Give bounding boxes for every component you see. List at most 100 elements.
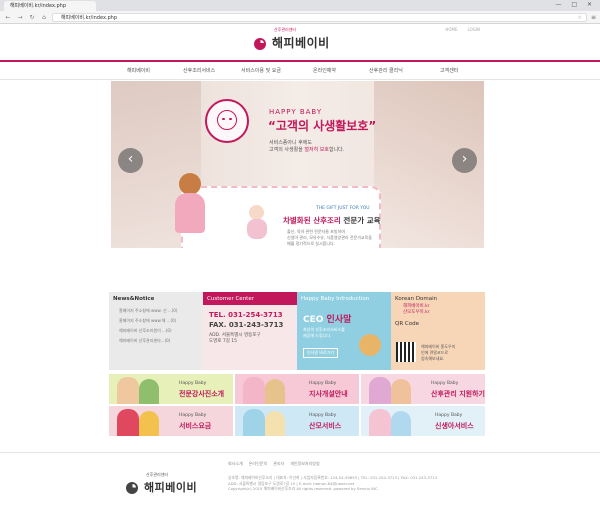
home-icon[interactable]: ⌂ [40, 14, 48, 21]
ceo-greeting-heading: CEO 인사말 [303, 312, 391, 325]
browser-tab[interactable]: 해피베이비.kr/index.php [4, 1, 96, 11]
news-notice-box: News&Notice 홈페이지 주소창에 www. 신 ...(0) 홈페이지… [109, 292, 203, 370]
banner-label: 산모서비스 [309, 422, 342, 430]
nav-item-online-booking[interactable]: 온라인예약 [313, 62, 336, 80]
main-navigation: 해피베이비 산후조리서비스 서비스이용 및 요금 온라인예약 산후관리 클리닉 … [0, 60, 600, 80]
footer-link[interactable]: 온라인문의 [249, 461, 267, 467]
customer-address-line2: 도영로 7길 15 [209, 339, 238, 344]
address-bar[interactable]: 해피베이비.kr/index.php ☆ [52, 12, 587, 22]
footer-link[interactable]: 회사소개 [228, 461, 243, 467]
gift-title-rest: 전문가 교육 [340, 216, 381, 225]
util-links: HOME LOGIN [445, 27, 480, 32]
baby-face-icon [205, 99, 249, 143]
hero-desc-em: 철저히 보호 [304, 147, 329, 153]
bookmark-star-icon[interactable]: ☆ [577, 14, 581, 22]
customer-address: ADD. 서울특별시 영등포구 도영로 7길 15 [209, 333, 297, 345]
util-link-login[interactable]: LOGIN [467, 27, 480, 32]
reload-icon[interactable]: ↻ [28, 14, 36, 21]
customer-title: Customer Center [203, 292, 297, 305]
news-title: News&Notice [113, 296, 155, 302]
footer-link[interactable]: 관리자 [273, 461, 284, 467]
banner-illustration [369, 377, 391, 404]
hero-description: 서비스종아니 후에도 고객의 사생활을 철저히 보호합니다. [269, 140, 344, 154]
footer-company-info: 상호명: 해피베이비산후조리 | 대표자: 이선희 | 사업자등록번호: 124… [228, 475, 437, 492]
banner-illustration [391, 379, 411, 404]
nav-item-clinic[interactable]: 산후관리 클리닉 [369, 62, 403, 80]
forward-icon[interactable]: → [16, 14, 24, 21]
banner-illustration [243, 409, 265, 436]
banner-branch[interactable]: Happy Baby 지사개설안내 [235, 374, 359, 404]
customer-center-box: Customer Center TEL. 031-254-3713 FAX. 0… [203, 292, 297, 370]
footer-link[interactable]: 개인정보처리방침 [290, 461, 319, 467]
footer-links: 회사소개 온라인문의 관리자 개인정보처리방침 [228, 461, 320, 467]
gift-title-em: 차별화된 산후조리 [283, 216, 341, 225]
slider-prev-button[interactable]: ‹ [118, 148, 143, 173]
banner-newborn-service[interactable]: Happy Baby 신생아서비스 [361, 406, 485, 436]
back-icon[interactable]: ← [4, 14, 12, 21]
url-text: 해피베이비.kr/index.php [61, 14, 118, 21]
news-item[interactable]: 해피베이비 산후관리센타...(0) [109, 336, 203, 346]
news-item[interactable]: 홈페이지 주소창에 www. 신 ...(0) [109, 306, 203, 316]
hero-desc-line2: 고객의 사생활을 철저히 보호합니다. [269, 147, 344, 154]
logo-subtitle: 산후관리센터 [274, 27, 297, 32]
customer-fax: FAX. 031-243-3713 [209, 321, 284, 329]
banner-illustration [265, 411, 285, 436]
banner-small-text: Happy Baby [431, 381, 459, 386]
nav-item-customer-center[interactable]: 고객센터 [440, 62, 458, 80]
domain-2[interactable]: 산모도우미.kr [403, 310, 485, 316]
logo-mark-icon [254, 36, 270, 50]
banner-mother-service[interactable]: Happy Baby 산모서비스 [235, 406, 359, 436]
banner-illustration [139, 411, 159, 436]
gift-title: 차별화된 산후조리 전문가 교육 [283, 215, 381, 226]
gift-tag: THE GIFT JUST FOR YOU [316, 206, 370, 211]
browser-menu-icon[interactable]: ≡ [591, 14, 596, 21]
hero-desc-post: 합니다. [328, 147, 345, 153]
news-item[interactable]: 해피베이비 산후조리원이 ...(0) [109, 326, 203, 336]
domain-title: Korean Domain [395, 296, 438, 302]
nav-item-happybaby[interactable]: 해피베이비 [127, 62, 150, 80]
qr-description: 해피베이비 홈도우미 인에 큐알코드로 접속해보세요. [421, 344, 455, 362]
domain-qr-box: Korean Domain 해피베이비.kr 산모도우미.kr QR Code … [391, 292, 485, 370]
banner-illustration [117, 377, 139, 404]
customer-tel: TEL. 031-254-3713 [209, 311, 283, 319]
banner-small-text: Happy Baby [435, 413, 463, 418]
banner-illustration [391, 411, 411, 436]
footer-logo: 해피베이비 산후관리센터 [126, 472, 198, 495]
footer-info-line3: Copyright(c) 2015 해피베이비산후조리 All rights r… [228, 486, 378, 491]
news-item[interactable]: 홈페이지 주소창에 www.해 ...(0) [109, 316, 203, 326]
nav-item-pricing[interactable]: 서비스이용 및 요금 [241, 62, 281, 80]
hero-slider: HAPPY BABY “고객의 사생활보호” 서비스종아니 후에도 고객의 사생… [111, 81, 484, 248]
nav-item-postpartum-service[interactable]: 산후조리서비스 [183, 62, 215, 80]
banner-illustration [139, 379, 159, 404]
site-footer: 회사소개 온라인문의 관리자 개인정보처리방침 해피베이비 산후관리센터 상호명… [0, 452, 600, 521]
site-logo[interactable]: 해피베이비 산후관리센터 [254, 27, 330, 51]
banner-apply[interactable]: Happy Baby 산후관리 지원하기 [361, 374, 485, 404]
teddy-bear-icon [359, 334, 381, 356]
banner-illustration [243, 377, 265, 404]
footer-logo-subtitle: 산후관리센터 [146, 472, 169, 477]
site-header: HOME LOGIN 해피베이비 산후관리센터 [0, 24, 600, 60]
ceo-label: CEO [303, 315, 327, 325]
banner-small-text: Happy Baby [309, 381, 337, 386]
gift-description: 출산, 육아 관련 전문자들 초빙하여 신생아 관리, 모유수유, 식품영양관리… [287, 229, 372, 247]
banner-label: 지사개설안내 [309, 390, 348, 398]
footer-logo-text: 해피베이비 [144, 481, 198, 494]
banner-illustration [265, 379, 285, 404]
util-link-home[interactable]: HOME [445, 27, 457, 32]
banner-small-text: Happy Baby [179, 413, 207, 418]
slider-next-button[interactable]: › [452, 148, 477, 173]
banner-label: 서비스요금 [179, 422, 212, 430]
ceo-greeting-button[interactable]: 인사말 바로가기 [303, 348, 339, 358]
mother-illustration [169, 173, 215, 233]
banner-illustration [117, 409, 139, 436]
qr-desc-line3: 접속해보세요. [421, 356, 445, 361]
window-controls[interactable]: — □ ✕ [555, 1, 596, 8]
banner-instructors[interactable]: Happy Baby 전문강사진소개 [109, 374, 233, 404]
banner-small-text: Happy Baby [309, 413, 337, 418]
hero-desc-pre: 고객의 사생활을 [269, 147, 305, 153]
browser-tab-strip: 해피베이비.kr/index.php — □ ✕ [0, 0, 600, 11]
banner-label: 신생아서비스 [435, 422, 474, 430]
hero-tag: HAPPY BABY [269, 108, 323, 116]
banner-pricing[interactable]: Happy Baby 서비스요금 [109, 406, 233, 436]
qr-code-icon [396, 342, 416, 362]
